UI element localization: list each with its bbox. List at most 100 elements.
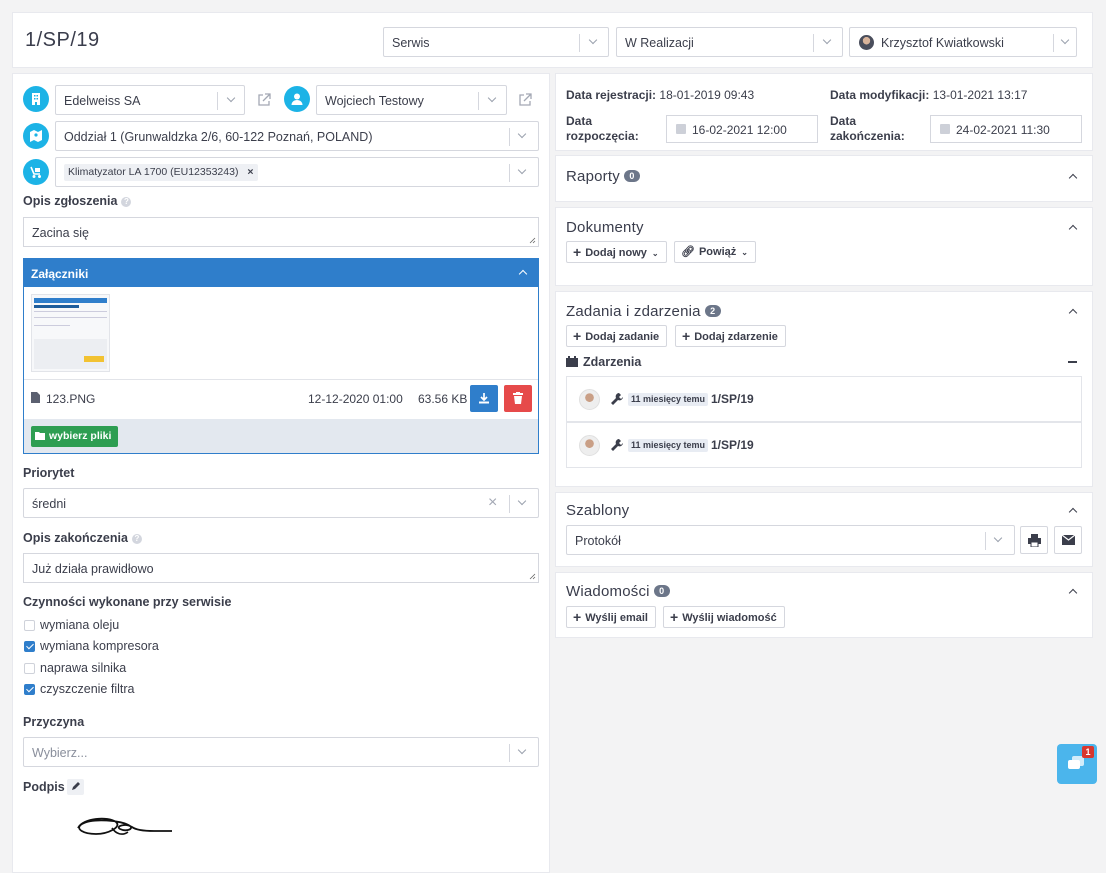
resize-grip-icon[interactable] <box>529 237 536 244</box>
chevron-down-icon <box>518 167 527 176</box>
attachments-title: Załączniki <box>31 267 89 281</box>
attachment-thumbnail[interactable] <box>31 294 110 372</box>
add-event-button[interactable]: + Dodaj zdarzenie <box>675 325 786 347</box>
location-select[interactable]: Oddział 1 (Grunwaldzka 2/6, 60-122 Pozna… <box>55 121 539 151</box>
type-select[interactable]: Serwis <box>383 27 609 57</box>
template-select[interactable]: Protokół <box>566 525 1015 555</box>
chevron-down-icon <box>227 95 236 104</box>
link-icon: 🔗︎ <box>681 246 695 258</box>
task-checkbox[interactable] <box>24 683 35 695</box>
chat-launcher-button[interactable]: 1 <box>1057 744 1097 784</box>
envelope-icon <box>1062 535 1075 545</box>
print-icon <box>1028 534 1041 547</box>
device-tag-label: Klimatyzator LA 1700 (EU12353243) <box>68 166 239 178</box>
link-document-button[interactable]: 🔗︎ Powiąż ⌄ <box>674 241 756 263</box>
description-field[interactable]: Zacina się <box>23 217 539 247</box>
status-select[interactable]: W Realizacji <box>616 27 843 57</box>
task-label[interactable]: wymiana kompresora <box>40 639 159 653</box>
collapse-icon[interactable] <box>1068 223 1078 233</box>
cause-placeholder: Wybierz... <box>32 746 88 760</box>
task-checkbox[interactable] <box>24 641 35 653</box>
task-label[interactable]: wymiana oleju <box>40 618 119 632</box>
cause-label: Przyczyna <box>23 715 85 729</box>
add-new-document-button[interactable]: + Dodaj nowy ⌄ <box>566 241 667 263</box>
file-size: 63.56 KB <box>418 392 468 406</box>
delete-button[interactable] <box>504 385 532 412</box>
email-button[interactable] <box>1054 526 1082 554</box>
event-row[interactable]: 11 miesięcy temu 1/SP/19 <box>566 376 1082 422</box>
add-task-button[interactable]: + Dodaj zadanie <box>566 325 668 347</box>
messages-count-badge: 0 <box>653 585 670 597</box>
reports-count-badge: 0 <box>623 170 640 182</box>
client-select[interactable]: Edelweiss SA <box>55 85 245 115</box>
assignee-select[interactable]: Krzysztof Kwiatkowski <box>849 27 1077 57</box>
building-icon <box>23 86 49 112</box>
file-date: 12-12-2020 01:00 <box>308 392 403 406</box>
download-button[interactable] <box>470 385 498 412</box>
task-label[interactable]: naprawa silnika <box>40 661 126 675</box>
print-button[interactable] <box>1020 526 1048 554</box>
attachments-header[interactable]: Załączniki .w:before{border-color:#fff!i… <box>24 259 538 287</box>
help-icon[interactable]: ? <box>121 197 132 207</box>
help-icon[interactable]: ? <box>131 534 142 544</box>
attachments-panel: Załączniki .w:before{border-color:#fff!i… <box>23 258 539 454</box>
event-ref[interactable]: 1/SP/19 <box>711 392 754 406</box>
chevron-down-icon <box>823 37 832 46</box>
collapse-icon[interactable] <box>1068 172 1078 182</box>
priority-select[interactable]: średni × <box>23 488 539 518</box>
device-tag: Klimatyzator LA 1700 (EU12353243) × <box>64 164 258 181</box>
registration-date: Data rejestracji: 18-01-2019 09:43 <box>566 88 755 102</box>
task-label[interactable]: czyszczenie filtra <box>40 682 134 696</box>
template-select-value: Protokół <box>575 534 621 548</box>
wrench-icon <box>611 439 623 451</box>
end-date-input[interactable]: 24-02-2021 11:30 <box>930 115 1082 143</box>
choose-files-button[interactable]: wybierz pliki <box>31 426 119 447</box>
clear-icon[interactable]: × <box>488 494 497 512</box>
closing-value: Już działa prawidłowo <box>32 562 154 576</box>
avatar <box>859 35 874 50</box>
remove-tag-icon[interactable]: × <box>247 166 253 178</box>
collapse-events-icon[interactable] <box>1068 361 1077 363</box>
user-icon <box>284 86 310 112</box>
pencil-icon <box>72 782 80 790</box>
signature-label: Podpis <box>23 780 65 794</box>
closing-field[interactable]: Już działa prawidłowo <box>23 553 539 583</box>
collapse-icon[interactable]: .w:before{border-color:#fff!important} <box>518 268 528 278</box>
chevron-down-icon <box>589 37 598 46</box>
chevron-down-icon <box>518 747 527 756</box>
external-link-icon[interactable] <box>518 93 532 107</box>
event-row[interactable]: 11 miesięcy temu 1/SP/19 <box>566 422 1082 468</box>
calendar-icon <box>676 124 686 134</box>
trash-icon <box>513 392 523 404</box>
chevron-down-icon <box>488 95 497 104</box>
task-checkbox[interactable] <box>24 662 35 674</box>
contact-select-value: Wojciech Testowy <box>325 94 424 108</box>
cause-select[interactable]: Wybierz... <box>23 737 539 767</box>
collapse-icon[interactable] <box>1068 307 1078 317</box>
send-message-button[interactable]: + Wyślij wiadomość <box>663 606 785 628</box>
client-select-value: Edelweiss SA <box>64 94 141 108</box>
collapse-icon[interactable] <box>1068 587 1078 597</box>
status-select-value: W Realizacji <box>625 36 694 50</box>
reports-title[interactable]: Raporty 0 <box>566 168 640 185</box>
signature-image <box>77 817 172 835</box>
external-link-icon[interactable] <box>257 93 271 107</box>
send-email-button[interactable]: + Wyślij email <box>566 606 656 628</box>
collapse-icon[interactable] <box>1068 506 1078 516</box>
wrench-icon <box>611 393 623 405</box>
location-select-value: Oddział 1 (Grunwaldzka 2/6, 60-122 Pozna… <box>64 130 373 144</box>
start-date-input[interactable]: 16-02-2021 12:00 <box>666 115 818 143</box>
event-ref[interactable]: 1/SP/19 <box>711 438 754 452</box>
file-name[interactable]: 123.PNG <box>46 392 95 406</box>
edit-signature-button[interactable] <box>67 779 84 795</box>
resize-grip-icon[interactable] <box>529 573 536 580</box>
contact-select[interactable]: Wojciech Testowy <box>316 85 507 115</box>
task-checkbox[interactable] <box>24 620 35 631</box>
events-label: Zdarzenia <box>583 355 642 369</box>
avatar <box>579 435 600 456</box>
chevron-down-icon <box>1061 37 1070 46</box>
download-icon <box>479 393 489 404</box>
page-title: 1/SP/19 <box>25 29 100 51</box>
event-time: 11 miesięcy temu <box>628 439 709 452</box>
device-select[interactable]: Klimatyzator LA 1700 (EU12353243) × <box>55 157 539 187</box>
